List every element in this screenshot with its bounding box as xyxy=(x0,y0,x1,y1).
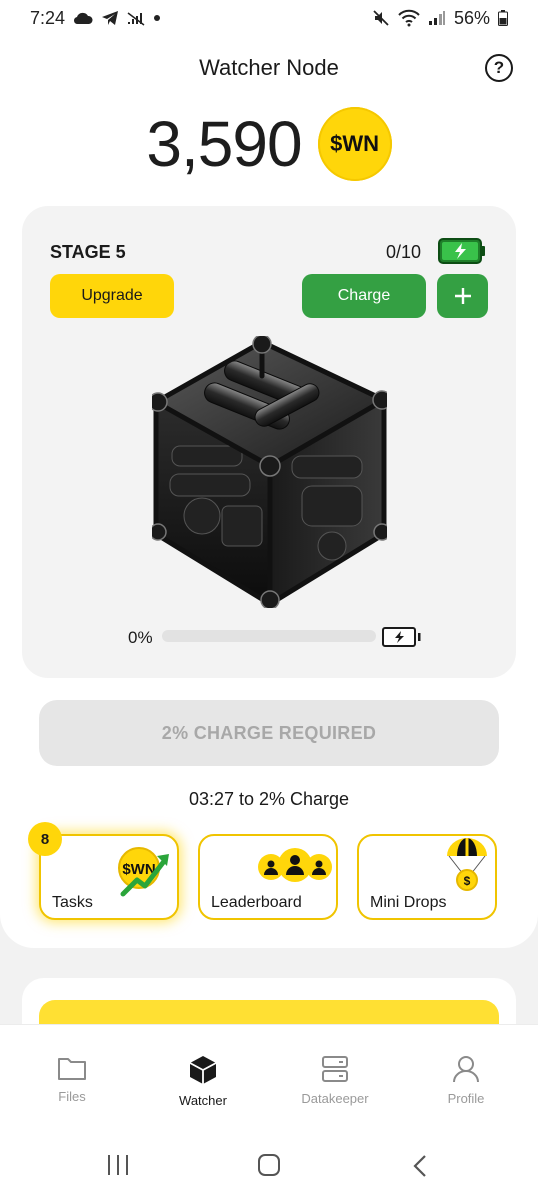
telegram-icon xyxy=(101,10,119,26)
battery-icon xyxy=(498,10,508,26)
signal-off-icon xyxy=(127,10,145,26)
charge-progress-bar xyxy=(162,630,376,642)
tasks-label: Tasks xyxy=(52,894,93,911)
nav-label-profile: Profile xyxy=(447,1091,485,1106)
home-icon[interactable] xyxy=(257,1154,281,1181)
question-circle-icon[interactable]: ? xyxy=(485,54,513,82)
folder-icon xyxy=(58,1058,86,1080)
recent-apps-icon[interactable] xyxy=(106,1154,130,1181)
balance-value: 3,590 xyxy=(146,108,302,180)
leaderboard-tile[interactable]: Leaderboard xyxy=(198,834,338,920)
status-bar: 7:24 56% xyxy=(0,0,538,36)
progress-percent: 0% xyxy=(128,628,153,647)
cloud-icon xyxy=(73,11,93,25)
svg-text:$: $ xyxy=(464,874,471,888)
leaderboard-label: Leaderboard xyxy=(211,894,302,911)
plus-icon xyxy=(454,288,471,304)
wn-coin-trend-icon: $WN xyxy=(115,846,171,903)
cube-icon xyxy=(189,1056,217,1084)
nav-item-profile[interactable]: Profile xyxy=(406,1055,526,1106)
nav-item-files[interactable]: Files xyxy=(12,1055,132,1104)
charge-button[interactable]: Charge xyxy=(302,274,426,318)
wn-coin-icon: $WN xyxy=(317,107,392,181)
dot-icon xyxy=(153,14,161,22)
people-icon xyxy=(258,848,332,889)
cell-signal-icon xyxy=(428,10,446,26)
tasks-count-badge: 8 xyxy=(28,822,62,856)
bottom-nav: Files Watcher Datakeeper Profile xyxy=(0,1024,538,1130)
back-icon[interactable] xyxy=(410,1154,430,1183)
charge-required-button[interactable]: 2% CHARGE REQUIRED xyxy=(39,700,499,766)
stage-label: STAGE 5 xyxy=(50,242,126,262)
nav-item-watcher[interactable]: Watcher xyxy=(143,1055,263,1108)
charge-count: 0/10 xyxy=(386,242,422,262)
status-right: 56% xyxy=(372,8,508,29)
battery-percent: 56% xyxy=(453,7,490,28)
nav-label-files: Files xyxy=(58,1089,86,1104)
battery-empty-icon xyxy=(382,626,422,648)
nav-label-watcher: Watcher xyxy=(179,1093,227,1108)
stage-card: STAGE 5 0/10 Upgrade Charge 0% xyxy=(22,206,516,678)
add-charge-button[interactable] xyxy=(437,274,488,318)
status-left: 7:24 xyxy=(30,8,161,29)
charge-countdown: 03:27 to 2% Charge xyxy=(188,789,350,809)
battery-charged-icon xyxy=(438,236,486,266)
node-machine-image xyxy=(148,334,392,610)
mini-drops-tile[interactable]: $ Mini Drops xyxy=(357,834,497,920)
nav-item-datakeeper[interactable]: Datakeeper xyxy=(275,1055,395,1106)
upgrade-button[interactable]: Upgrade xyxy=(50,274,174,318)
mini-drops-label: Mini Drops xyxy=(370,894,447,911)
mute-icon xyxy=(372,9,390,27)
server-icon xyxy=(322,1056,348,1082)
nav-label-datakeeper: Datakeeper xyxy=(301,1091,369,1106)
page-title: Watcher Node xyxy=(199,55,339,80)
wifi-icon xyxy=(398,9,420,27)
balance-row: 3,590 $WN xyxy=(0,104,538,184)
user-icon xyxy=(453,1056,479,1083)
system-nav-bar xyxy=(0,1130,538,1200)
status-time: 7:24 xyxy=(30,7,66,28)
parachute-coin-icon: $ xyxy=(445,838,489,897)
